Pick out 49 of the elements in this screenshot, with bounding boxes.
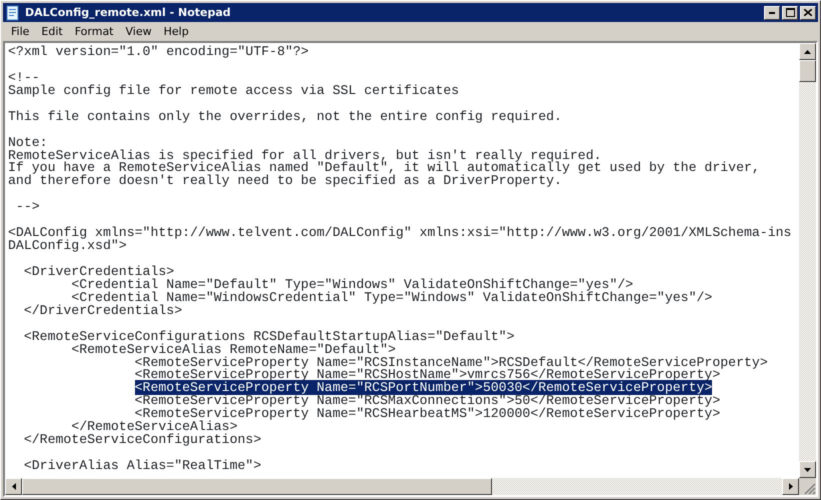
- text-line: <DriverAlias Alias="RealTime">: [22, 458, 262, 473]
- text-line: <!--: [8, 70, 40, 85]
- text-line: </DriverCredentials>: [22, 302, 182, 318]
- close-button[interactable]: [800, 6, 816, 20]
- window-title: DALConfig_remote.xml - Notepad: [25, 6, 231, 19]
- menu-item[interactable]: Edit: [35, 25, 69, 38]
- notepad-icon: [5, 4, 21, 20]
- menu-item[interactable]: View: [120, 25, 158, 38]
- text-line: DALConfig.xsd">: [8, 238, 127, 254]
- text-line: </RemoteServiceAlias>: [71, 419, 238, 434]
- text-line: Note:: [8, 134, 48, 150]
- text-line: <RemoteServiceProperty Name="RCSMaxConnections">50</RemoteServiceProperty>: [134, 393, 720, 408]
- text-line: </RemoteServiceConfigurations>: [22, 432, 262, 448]
- selected-text: <RemoteServiceProperty Name="RCSPortNumber">50030</RemoteServiceProperty>: [134, 380, 712, 396]
- close-icon: [804, 9, 812, 16]
- text-line: <RemoteServiceProperty Name="RCSInstanceName">RCSDefault</RemoteServiceProperty>: [134, 354, 768, 370]
- maximize-icon: [786, 8, 794, 17]
- text-line: <DALConfig xmlns="http://www.telvent.com/DALConfig" xmlns:xsi="http://www.w3.org/2001/XMLSchema-ins: [8, 225, 792, 240]
- text-line: <RemoteServiceProperty Name="RCSHostName">vmrcs756</RemoteServiceProperty>: [134, 367, 720, 382]
- minimize-button[interactable]: [764, 6, 780, 20]
- text-line: <?xml version="1.0" encoding="UTF-8"?>: [8, 44, 309, 59]
- menu-item[interactable]: File: [5, 25, 36, 38]
- menu-item[interactable]: Help: [158, 25, 195, 38]
- text-line: <RemoteServiceProperty Name="RCSHearbeatMS">120000</RemoteServiceProperty>: [134, 406, 720, 422]
- text-line: <Credential Name="WindowsCredential" Type="Windows" ValidateOnShiftChange="yes"/>: [71, 290, 712, 305]
- scroll-right-button[interactable]: [782, 478, 799, 495]
- menu-item[interactable]: Format: [68, 25, 120, 38]
- right-arrow-icon: [788, 483, 792, 490]
- text-line: Sample config file for remote access via SSL certificates: [8, 82, 460, 98]
- scrollbar-thumb[interactable]: [799, 60, 816, 82]
- text-line: -->: [14, 199, 40, 214]
- scroll-down-button[interactable]: [799, 461, 816, 478]
- scroll-up-button[interactable]: [799, 43, 816, 60]
- maximize-button[interactable]: [782, 6, 798, 20]
- scroll-left-button[interactable]: [5, 478, 22, 495]
- down-arrow-icon: [804, 468, 811, 472]
- text-line: If you have a RemoteServiceAlias named "Default", it will automatically get used by the driver,: [8, 160, 760, 176]
- text-line: <RemoteServiceAlias RemoteName="Default">: [71, 342, 396, 357]
- text-line: RemoteServiceAlias is specified for all drivers, but isn't really required.: [8, 148, 602, 162]
- minimize-icon: [769, 12, 775, 14]
- up-arrow-icon: [804, 50, 811, 54]
- text-line: This file contains only the overrides, not the entire config required.: [8, 108, 562, 124]
- size-grip-icon[interactable]: [804, 483, 816, 495]
- text-line: and therefore doesn't really need to be specified as a DriverProperty.: [8, 173, 562, 188]
- text-line: <RemoteServiceConfigurations RCSDefaultStartupAlias="Default">: [22, 328, 514, 344]
- scrollbar-thumb[interactable]: [22, 478, 492, 495]
- text-line: <DriverCredentials>: [22, 264, 174, 279]
- text-line: <Credential Name="Default" Type="Windows" ValidateOnShiftChange="yes"/>: [70, 276, 634, 292]
- left-arrow-icon: [12, 483, 16, 490]
